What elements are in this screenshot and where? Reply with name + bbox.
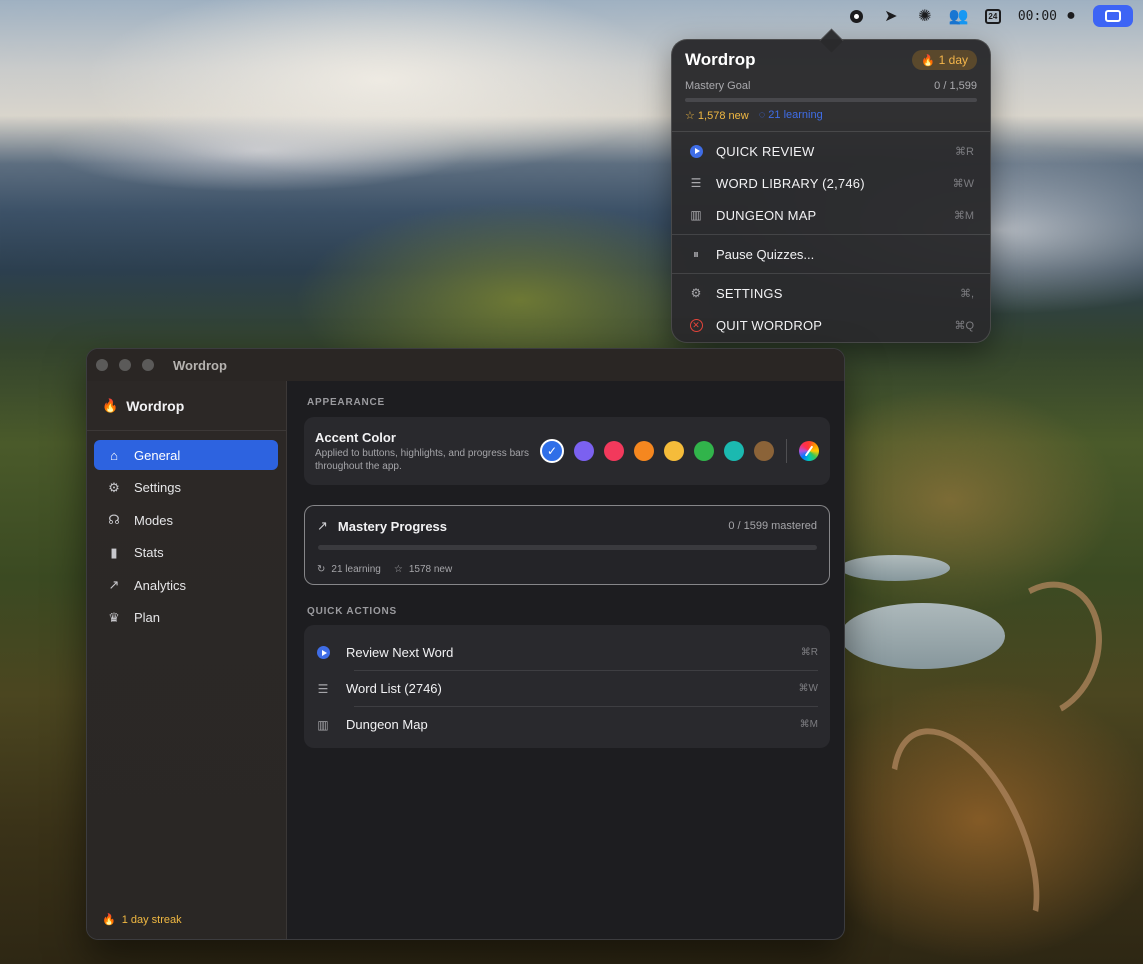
crown-icon: ♛	[108, 609, 120, 625]
swatch-pink[interactable]	[604, 441, 624, 461]
window-title: Wordrop	[173, 357, 227, 373]
people-icon[interactable]: 👥	[942, 0, 976, 32]
star-icon: ☆	[393, 564, 403, 575]
menu-bar: ➤ ✺ 👥 24 00:00 ●	[0, 0, 1143, 32]
sidebar-item-stats[interactable]: ▮ Stats	[94, 538, 278, 568]
flame-icon: 🔥	[920, 54, 935, 67]
quit-item[interactable]: ✕ QUIT WORDROP ⌘Q	[672, 309, 990, 341]
close-window-button[interactable]	[96, 359, 108, 371]
goal-progress-bar	[685, 98, 977, 102]
swatch-teal[interactable]	[724, 441, 744, 461]
sidebar-item-plan[interactable]: ♛ Plan	[94, 603, 278, 633]
appearance-section-label: APPEARANCE	[307, 397, 386, 408]
sidebar-item-modes[interactable]: ☊ Modes	[94, 505, 278, 535]
flame-icon: 🔥	[102, 914, 116, 926]
line-chart-icon: ↗	[317, 518, 328, 533]
zoom-window-button[interactable]	[142, 359, 154, 371]
sidebar: 🔥 Wordrop ⌂ General ⚙ Settings ☊ Modes ▮…	[87, 381, 287, 939]
settings-item[interactable]: ⚙ SETTINGS ⌘,	[672, 277, 990, 309]
color-swatches: ✓	[540, 439, 819, 463]
review-next-word-button[interactable]: Review Next Word ⌘R	[316, 635, 818, 670]
line-chart-icon: ↗	[108, 577, 120, 592]
learning-count: ◌ 21 learning	[758, 109, 823, 121]
new-stat: ☆ 1578 new	[393, 564, 453, 575]
wallpaper-lake	[840, 603, 1005, 669]
list-icon: ☰	[317, 681, 329, 696]
swatch-green[interactable]	[694, 441, 714, 461]
house-icon: ⌂	[110, 447, 118, 463]
swatch-orange[interactable]	[634, 441, 654, 461]
window-switcher-icon[interactable]	[1093, 5, 1133, 27]
title-bar: Wordrop	[87, 349, 844, 381]
dungeon-map-button[interactable]: ▥ Dungeon Map ⌘M	[316, 707, 818, 742]
wallpaper-road	[969, 565, 1121, 735]
mastery-count: 0 / 1599 mastered	[728, 520, 817, 532]
main-content: APPEARANCE Accent Color Applied to butto…	[288, 381, 844, 939]
quick-actions-card: Review Next Word ⌘R ☰ Word List (2746) ⌘…	[304, 625, 830, 748]
wallpaper-road	[859, 705, 1071, 964]
accent-color-card: Accent Color Applied to buttons, highlig…	[304, 417, 830, 485]
pause-icon: ⏸	[692, 246, 699, 261]
word-library-item[interactable]: ☰ WORD LIBRARY (2,746) ⌘W	[672, 167, 990, 199]
map-icon: ▥	[690, 208, 702, 222]
map-icon: ▥	[317, 717, 329, 732]
bar-chart-icon: ▮	[110, 544, 118, 560]
swatch-brown[interactable]	[754, 441, 774, 461]
play-icon	[316, 646, 330, 659]
minimize-window-button[interactable]	[119, 359, 131, 371]
swatch-blue[interactable]: ✓	[540, 439, 564, 463]
app-window: Wordrop 🔥 Wordrop ⌂ General ⚙ Settings ☊…	[86, 348, 845, 940]
streak-badge: 🔥 1 day	[911, 50, 977, 70]
quick-actions-section-label: QUICK ACTIONS	[307, 606, 398, 617]
mastery-progress-bar	[318, 545, 817, 550]
sidebar-brand: 🔥 Wordrop	[87, 381, 286, 431]
blob-icon[interactable]: ●	[1061, 0, 1081, 32]
mastery-title: Mastery Progress	[337, 518, 448, 534]
wallpaper-lake	[840, 555, 950, 581]
goal-label: Mastery Goal	[685, 80, 751, 92]
accent-color-title: Accent Color	[315, 429, 396, 445]
sidebar-item-general[interactable]: ⌂ General	[94, 440, 278, 470]
calendar-icon[interactable]: 24	[976, 0, 1010, 32]
custom-color-picker-button[interactable]	[799, 441, 819, 461]
word-list-button[interactable]: ☰ Word List (2746) ⌘W	[316, 671, 818, 706]
refresh-icon: ↻	[317, 564, 326, 575]
streak-footer: 🔥 1 day streak	[102, 913, 182, 927]
pause-quizzes-item[interactable]: ⏸ Pause Quizzes...	[672, 238, 990, 270]
accent-color-description: Applied to buttons, highlights, and prog…	[315, 447, 530, 472]
asterisk-icon[interactable]: ✺	[908, 0, 942, 32]
flame-icon: 🔥	[102, 397, 119, 413]
sidebar-item-analytics[interactable]: ↗ Analytics	[94, 570, 278, 600]
gear-icon: ⚙	[108, 479, 120, 495]
swatch-yellow[interactable]	[664, 441, 684, 461]
send-icon[interactable]: ➤	[874, 0, 908, 32]
wordrop-drop-icon[interactable]	[840, 0, 874, 32]
gear-icon: ⚙	[690, 286, 702, 300]
brain-icon: ☊	[108, 512, 120, 527]
learning-stat: ↻ 21 learning	[317, 564, 381, 575]
list-icon: ☰	[690, 176, 702, 190]
sidebar-item-settings[interactable]: ⚙ Settings	[94, 473, 278, 503]
play-icon	[689, 144, 703, 158]
goal-value: 0 / 1,599	[934, 80, 977, 92]
quit-icon: ✕	[689, 318, 703, 332]
dungeon-map-item[interactable]: ▥ DUNGEON MAP ⌘M	[672, 199, 990, 231]
mastery-progress-card: ↗ Mastery Progress 0 / 1599 mastered ↻ 21…	[304, 505, 830, 585]
menu-popover: Wordrop 🔥 1 day Mastery Goal 0 / 1,599 ☆ …	[671, 39, 991, 343]
swatch-purple[interactable]	[574, 441, 594, 461]
new-count: ☆ 1,578 new	[685, 110, 749, 122]
clock-text[interactable]: 00:00	[1010, 9, 1061, 24]
quick-review-item[interactable]: QUICK REVIEW ⌘R	[672, 135, 990, 167]
